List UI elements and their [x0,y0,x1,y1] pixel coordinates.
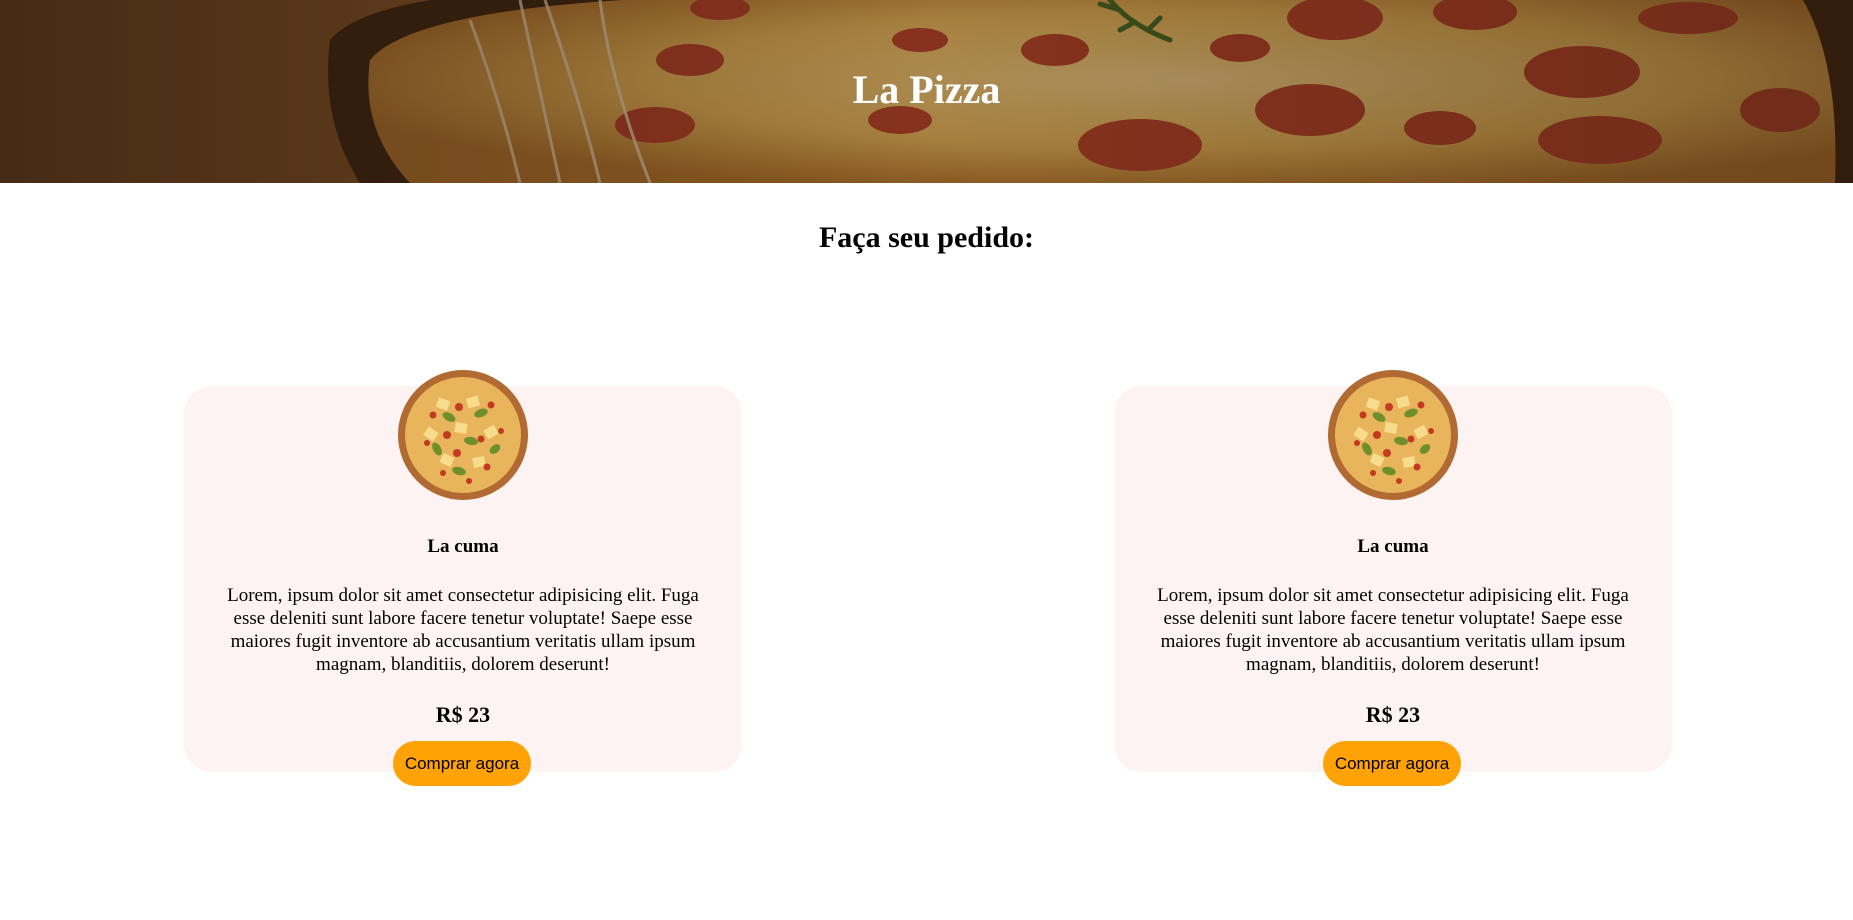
product-card: La cuma Lorem, ipsum dolor sit amet cons… [184,370,742,786]
product-name: La cuma [427,536,499,557]
product-description: Lorem, ipsum dolor sit amet consectetur … [227,585,699,675]
site-title: La Pizza [852,67,1001,112]
order-heading: Faça seu pedido: [818,221,1034,254]
product-card: La cuma Lorem, ipsum dolor sit amet cons… [1114,370,1672,786]
pizza-icon [1328,370,1458,500]
buy-now-button[interactable]: Comprar agora [1323,741,1461,786]
product-price: R$ 23 [1365,702,1421,727]
product-price: R$ 23 [435,702,491,727]
buy-now-button[interactable]: Comprar agora [393,741,531,786]
pizza-icon [398,370,528,500]
hero-banner: La Pizza [0,0,1853,183]
product-description: Lorem, ipsum dolor sit amet consectetur … [1157,585,1629,675]
product-name: La cuma [1357,536,1429,557]
